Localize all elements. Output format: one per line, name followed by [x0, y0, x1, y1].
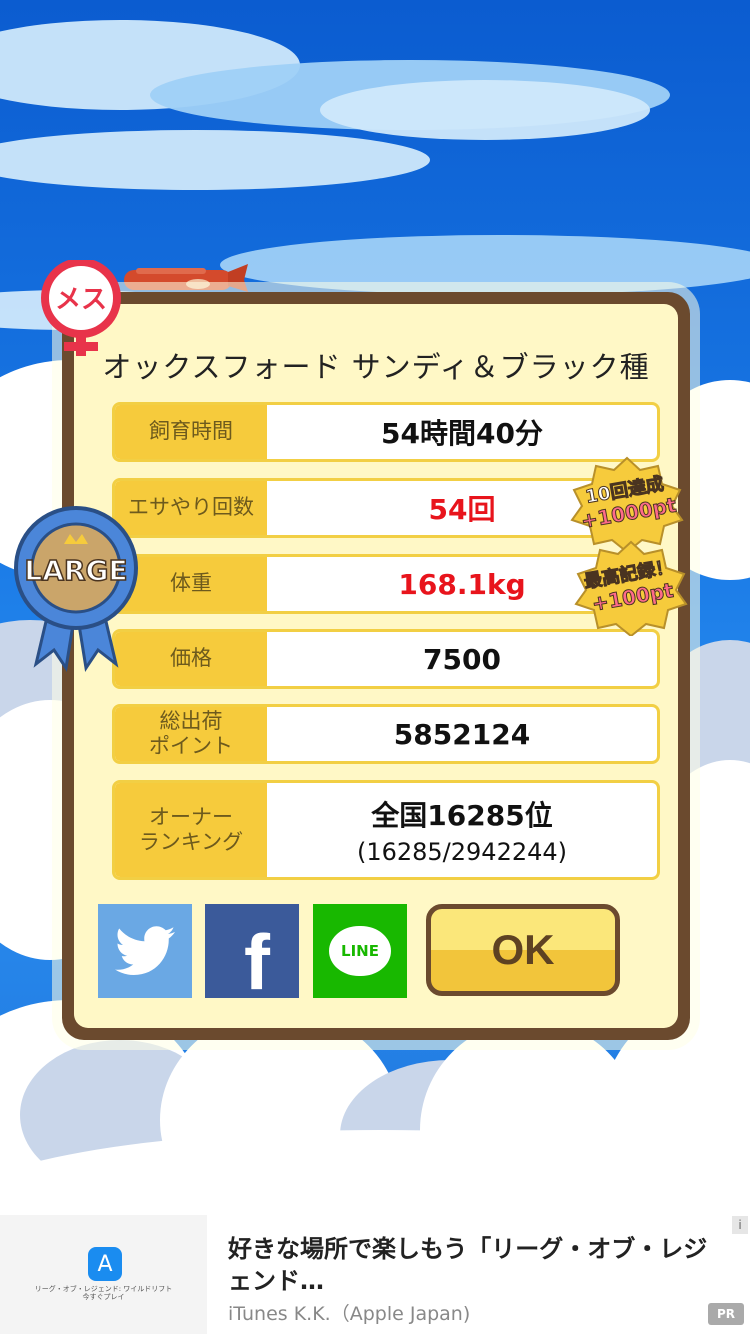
ad-advertiser: iTunes K.K.（Apple Japan): [228, 1303, 471, 1325]
row-label: 飼育時間: [115, 405, 267, 459]
result-dialog: オックスフォード サンディ＆ブラック種 飼育時間 54時間40分 エサやり回数 …: [62, 292, 690, 1040]
female-gender-icon: メス: [41, 260, 121, 356]
ad-info-icon[interactable]: i: [732, 1216, 748, 1234]
ranking-detail: (16285/2942244): [356, 838, 568, 866]
twitter-icon: [115, 926, 175, 975]
airship-icon: [124, 264, 248, 292]
line-share-button[interactable]: LINE: [313, 904, 407, 998]
ad-banner[interactable]: A リーグ・オブ・レジェンド: ワイルドリフト 今すぐプレイ 好きな場所で楽しも…: [0, 1215, 750, 1334]
result-panel: オックスフォード サンディ＆ブラック種 飼育時間 54時間40分 エサやり回数 …: [74, 304, 678, 1028]
ad-thumbnail-caption: リーグ・オブ・レジェンド: ワイルドリフト 今すぐプレイ: [34, 1285, 173, 1302]
ad-thumbnail[interactable]: A リーグ・オブ・レジェンド: ワイルドリフト 今すぐプレイ: [0, 1215, 207, 1334]
facebook-icon: f: [244, 917, 270, 1006]
weight-record-badge: 最高記録！ +100pt: [574, 540, 688, 636]
line-icon: LINE: [329, 926, 391, 976]
row-label: オーナー ランキング: [115, 783, 267, 877]
ad-title[interactable]: 好きな場所で楽しもう「リーグ・オブ・レジェンド…: [228, 1233, 718, 1298]
large-size-ribbon-icon: LARGE: [14, 506, 138, 672]
feed-bonus-badge: 10回達成 +1000pt: [570, 456, 684, 552]
twitter-share-button[interactable]: [98, 904, 192, 998]
row-value: 5852124: [393, 717, 531, 751]
ad-pr-badge: PR: [708, 1303, 744, 1325]
row-price: 価格 7500: [112, 629, 660, 689]
app-store-icon: A: [88, 1247, 122, 1281]
row-value: 全国16285位 (16285/2942244): [356, 799, 568, 866]
svg-text:LARGE: LARGE: [24, 554, 127, 587]
ok-button[interactable]: OK: [426, 904, 620, 996]
row-value: 54時間40分: [381, 417, 543, 450]
row-owner-ranking: オーナー ランキング 全国16285位 (16285/2942244): [112, 780, 660, 880]
row-total-points: 総出荷 ポイント 5852124: [112, 704, 660, 764]
row-raising-time: 飼育時間 54時間40分: [112, 402, 660, 462]
facebook-share-button[interactable]: f: [205, 904, 299, 1006]
breed-title: オックスフォード サンディ＆ブラック種: [102, 350, 650, 384]
row-value: 7500: [423, 642, 501, 676]
svg-text:メス: メス: [55, 285, 107, 315]
row-label: 総出荷 ポイント: [115, 707, 267, 761]
